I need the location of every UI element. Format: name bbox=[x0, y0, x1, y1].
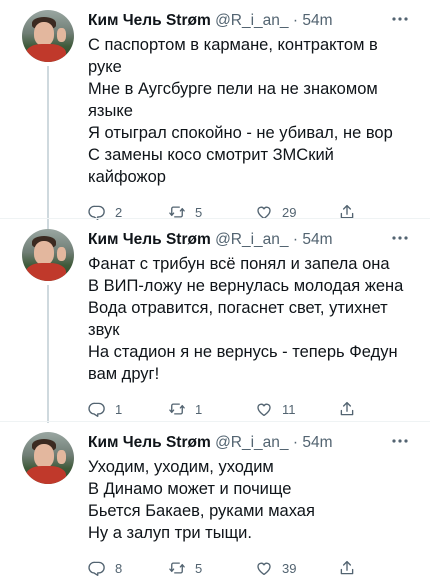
reply-icon bbox=[88, 559, 106, 577]
tweet-text-line: руке bbox=[88, 58, 122, 76]
tweet-actions: 2 5 29 bbox=[88, 202, 408, 222]
retweet-button[interactable]: 5 bbox=[168, 202, 202, 222]
thread-connector-line bbox=[47, 285, 49, 423]
tweet-text: Фанат с трибун всё понял и запела она В … bbox=[88, 253, 408, 385]
tweet[interactable]: Ким Чель Strøm @R_i_an_ · 54m С паспорто… bbox=[0, 10, 430, 230]
author-name[interactable]: Ким Чель Strøm bbox=[88, 231, 211, 248]
tweet-timestamp[interactable]: 54m bbox=[302, 12, 332, 29]
tweet-text-line: Фанат с трибун всё понял и запела она bbox=[88, 255, 390, 273]
tweet[interactable]: Ким Чель Strøm @R_i_an_ · 54m Фанат с тр… bbox=[0, 229, 430, 423]
retweet-count: 1 bbox=[195, 401, 203, 417]
author-name[interactable]: Ким Чель Strøm bbox=[88, 434, 211, 451]
separator-dot: · bbox=[292, 434, 299, 451]
reply-count: 8 bbox=[115, 560, 123, 576]
retweet-icon bbox=[168, 559, 186, 577]
avatar[interactable] bbox=[22, 229, 74, 281]
tweet-text-line: кайфожор bbox=[88, 168, 166, 186]
tweet-text-line: Вода отравится, погаснет свет, утихнет bbox=[88, 299, 388, 317]
like-count: 11 bbox=[282, 401, 296, 417]
tweet-actions: 1 1 11 bbox=[88, 399, 408, 419]
share-button[interactable] bbox=[338, 399, 356, 419]
tweet-text-line: языке bbox=[88, 102, 133, 120]
tweet[interactable]: Ким Чель Strøm @R_i_an_ · 54m Уходим, ух… bbox=[0, 432, 430, 576]
reply-count: 1 bbox=[115, 401, 123, 417]
tweet-text-line: Уходим, уходим, уходим bbox=[88, 458, 274, 476]
tweet-text: Уходим, уходим, уходим В Динамо может и … bbox=[88, 456, 408, 544]
retweet-button[interactable]: 1 bbox=[168, 399, 202, 419]
tweet-content: Ким Чель Strøm @R_i_an_ · 54m Уходим, ух… bbox=[88, 432, 408, 578]
separator-dot: · bbox=[292, 12, 299, 29]
more-icon[interactable] bbox=[390, 231, 410, 245]
tweet-text-line: С замены косо смотрит ЗМСкий bbox=[88, 146, 334, 164]
avatar[interactable] bbox=[22, 432, 74, 484]
tweet-header: Ким Чель Strøm @R_i_an_ · 54m bbox=[88, 10, 408, 32]
share-button[interactable] bbox=[338, 558, 356, 578]
separator-dot: · bbox=[292, 231, 299, 248]
tweet-timestamp[interactable]: 54m bbox=[302, 231, 332, 248]
tweet-header: Ким Чель Strøm @R_i_an_ · 54m bbox=[88, 229, 408, 251]
share-button[interactable] bbox=[338, 202, 356, 222]
tweet-header: Ким Чель Strøm @R_i_an_ · 54m bbox=[88, 432, 408, 454]
tweet-actions: 8 5 39 bbox=[88, 558, 408, 578]
like-button[interactable]: 11 bbox=[255, 399, 296, 419]
avatar[interactable] bbox=[22, 10, 74, 62]
tweet-text-line: Бьется Бакаев, руками махая bbox=[88, 502, 315, 520]
tweet-text-line: вам друг! bbox=[88, 365, 160, 383]
tweet-divider bbox=[0, 421, 430, 422]
tweet-content: Ким Чель Strøm @R_i_an_ · 54m Фанат с тр… bbox=[88, 229, 408, 419]
tweet-thread: Ким Чель Strøm @R_i_an_ · 54m С паспорто… bbox=[0, 0, 430, 578]
retweet-icon bbox=[168, 400, 186, 418]
author-handle[interactable]: @R_i_an_ bbox=[215, 231, 288, 248]
thread-connector-line bbox=[47, 66, 49, 230]
share-icon bbox=[338, 400, 356, 418]
tweet-text-line: В Динамо может и почище bbox=[88, 480, 292, 498]
author-name[interactable]: Ким Чель Strøm bbox=[88, 12, 211, 29]
more-icon[interactable] bbox=[390, 434, 410, 448]
like-button[interactable]: 29 bbox=[255, 202, 296, 222]
like-count: 39 bbox=[282, 560, 297, 576]
tweet-text-line: На стадион я не вернусь - теперь Федун bbox=[88, 343, 398, 361]
tweet-divider bbox=[0, 218, 430, 219]
avatar-column bbox=[22, 10, 74, 230]
tweet-text-line: звук bbox=[88, 321, 120, 339]
retweet-count: 5 bbox=[195, 560, 203, 576]
retweet-button[interactable]: 5 bbox=[168, 558, 202, 578]
avatar-column bbox=[22, 229, 74, 423]
tweet-text-line: Ну а залуп три тыщи. bbox=[88, 524, 252, 542]
reply-icon bbox=[88, 400, 106, 418]
tweet-content: Ким Чель Strøm @R_i_an_ · 54m С паспорто… bbox=[88, 10, 408, 222]
tweet-text: С паспортом в кармане, контрактом в руке… bbox=[88, 34, 408, 188]
tweet-text-line: Я отыграл спокойно - не убивал, не вор bbox=[88, 124, 393, 142]
like-button[interactable]: 39 bbox=[255, 558, 296, 578]
reply-button[interactable]: 2 bbox=[88, 202, 122, 222]
share-icon bbox=[338, 559, 356, 577]
tweet-text-line: Мне в Аугсбурге пели на не знакомом bbox=[88, 80, 378, 98]
tweet-timestamp[interactable]: 54m bbox=[302, 434, 332, 451]
like-icon bbox=[255, 559, 273, 577]
like-icon bbox=[255, 400, 273, 418]
reply-button[interactable]: 1 bbox=[88, 399, 122, 419]
more-icon[interactable] bbox=[390, 12, 410, 26]
author-handle[interactable]: @R_i_an_ bbox=[215, 434, 288, 451]
author-handle[interactable]: @R_i_an_ bbox=[215, 12, 288, 29]
reply-button[interactable]: 8 bbox=[88, 558, 122, 578]
tweet-text-line: С паспортом в кармане, контрактом в bbox=[88, 36, 378, 54]
avatar-column bbox=[22, 432, 74, 484]
tweet-text-line: В ВИП-ложу не вернулась молодая жена bbox=[88, 277, 404, 295]
